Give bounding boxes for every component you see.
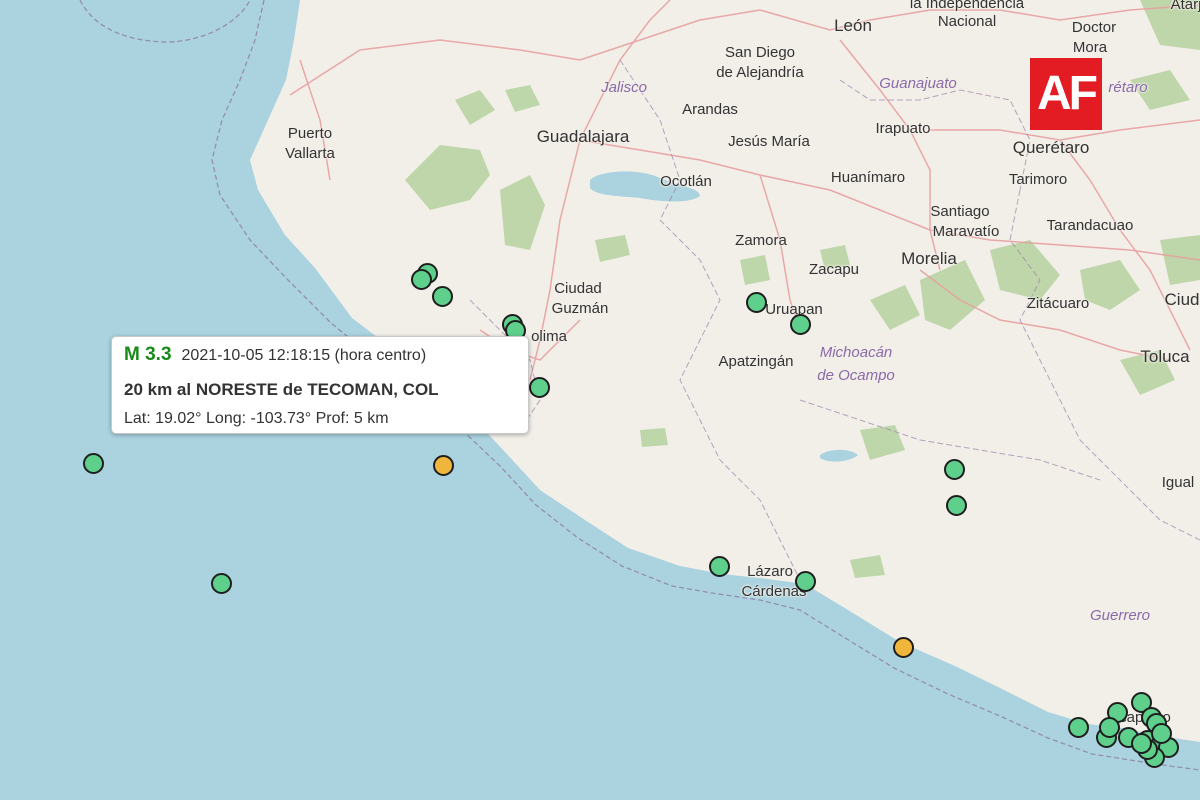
earthquake-marker[interactable] [82, 452, 104, 474]
map-label: Ciudad [554, 280, 602, 297]
coordinates-label: Lat: 19.02° Long: -103.73° Prof: 5 km [124, 410, 389, 427]
earthquake-marker[interactable] [410, 268, 432, 290]
map-label: Jesús María [728, 133, 810, 150]
map-label: Doctor [1071, 19, 1117, 36]
map-label: Igual [1161, 474, 1195, 491]
map-label: Jalisco [601, 79, 647, 96]
earthquake-marker[interactable] [432, 454, 454, 476]
earthquake-marker[interactable] [945, 494, 967, 516]
map-label: Maravatío [932, 223, 1000, 240]
datetime-label: 2021-10-05 12:18:15 (hora centro) [181, 347, 427, 364]
map-label: Puerto [287, 125, 333, 142]
map-label: Irapuato [875, 120, 931, 137]
map-label: Guerrero [1089, 607, 1151, 624]
map-label: la Independencia [909, 0, 1025, 12]
map-label: Guanajuato [879, 75, 957, 92]
map-label: Zitácuaro [1026, 295, 1090, 312]
map-label: Huanímaro [830, 169, 906, 186]
earthquake-marker[interactable] [528, 376, 550, 398]
map-label: Morelia [901, 249, 957, 268]
map-label: Mora [1072, 39, 1108, 56]
earthquake-marker[interactable] [794, 570, 816, 592]
location-label: 20 km al NORESTE de TECOMAN, COL [124, 380, 439, 399]
earthquake-marker[interactable] [1150, 722, 1172, 744]
map-label: San Diego [724, 44, 796, 61]
map-label: Zacapu [808, 261, 860, 278]
earthquake-marker[interactable] [210, 572, 232, 594]
magnitude-label: M 3.3 [124, 344, 172, 365]
earthquake-marker[interactable] [943, 458, 965, 480]
map-label: León [834, 16, 872, 35]
map-label: Querétaro [1012, 138, 1090, 157]
earthquake-marker[interactable] [789, 313, 811, 335]
earthquake-marker[interactable] [431, 285, 453, 307]
earthquake-marker[interactable] [1130, 732, 1152, 754]
map-label: Vallarta [285, 145, 335, 162]
map-label: de Alejandría [716, 64, 804, 81]
earthquake-marker[interactable] [892, 636, 914, 658]
map-label: Zamora [735, 232, 787, 249]
map-label: Ocotlán [660, 173, 712, 190]
earthquake-popup: M 3.3 2021-10-05 12:18:15 (hora centro) 2… [111, 336, 529, 434]
map-label: Nacional [937, 13, 997, 30]
af-logo: AF [1030, 58, 1102, 130]
map-label: Santiago [930, 203, 990, 220]
map-label: de Ocampo [817, 367, 895, 384]
map-label: Ciud [1164, 290, 1200, 309]
map-label: Tarandacuao [1046, 217, 1134, 234]
map-label: Tarimoro [1008, 171, 1068, 188]
popup-header: M 3.3 2021-10-05 12:18:15 (hora centro) [124, 344, 426, 366]
map-label: Lázaro [747, 563, 793, 580]
map-label: rétaro [1108, 79, 1148, 96]
earthquake-marker[interactable] [1098, 716, 1120, 738]
map-label: Toluca [1140, 347, 1190, 366]
map-label: olima [531, 328, 567, 345]
map-label: Atarj [1170, 0, 1200, 13]
map-label: Apatzingán [718, 353, 794, 370]
map-label: Arandas [682, 101, 738, 118]
map[interactable]: la Independencia Nacional León Doctor Mo… [0, 0, 1200, 800]
map-label: Michoacán [819, 344, 893, 361]
earthquake-marker[interactable] [745, 291, 767, 313]
earthquake-marker[interactable] [1067, 716, 1089, 738]
map-label: Guadalajara [536, 127, 630, 146]
earthquake-marker[interactable] [708, 555, 730, 577]
map-label: Guzmán [551, 300, 609, 317]
